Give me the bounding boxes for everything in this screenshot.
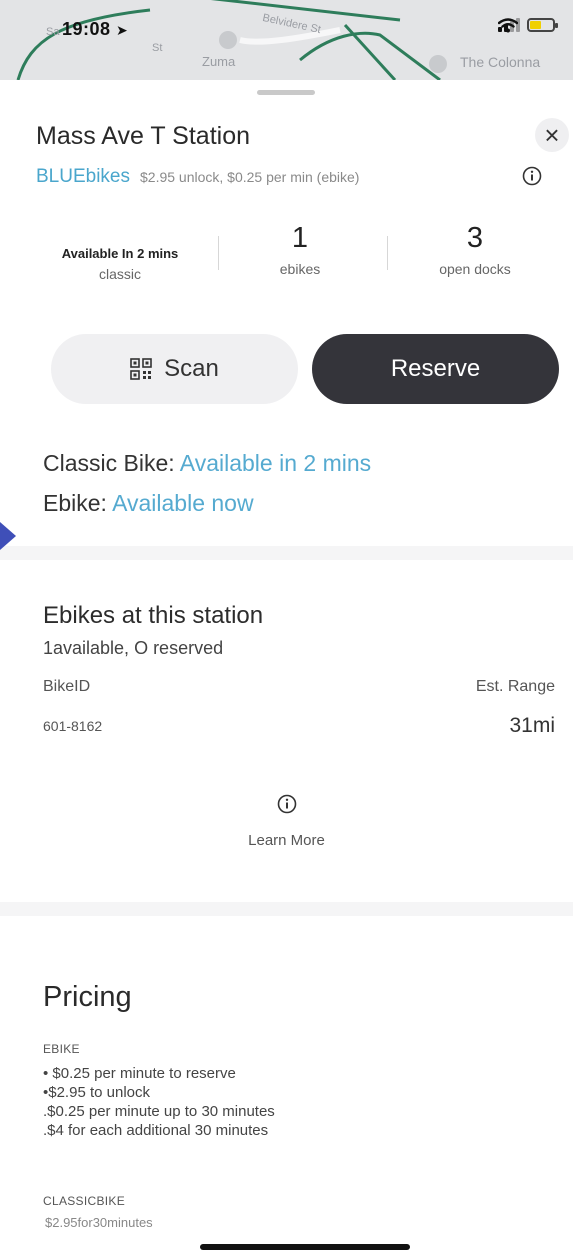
map-label: Zuma [202,54,236,69]
stat-ebikes-label: ebikes [279,261,321,277]
battery-icon [527,18,558,32]
operator-name: BLUEbikes [36,166,130,187]
map-label: Sa [46,26,60,38]
stat-divider [387,236,388,270]
classic-availability-prefix: Classic Bike: [43,450,175,476]
scan-button[interactable]: Scan [51,334,298,404]
stat-divider [218,236,219,270]
ebikes-section-subtitle: 1available, O reserved [43,638,224,658]
price-summary: $2.95 unlock, $0.25 per min (ebike) [140,169,360,185]
qr-code-icon [130,358,152,380]
ebike-availability-prefix: Ebike: [43,490,107,516]
pricing-classic-header: CLASSICBIKE [43,1194,125,1208]
status-time: 19:08 [62,19,111,39]
station-name: Mass Ave T Station [36,122,251,150]
pricing-line: .$4 for each additional 30 minutes [43,1122,269,1139]
map-label: The Colonna [460,54,541,70]
section-divider [0,546,573,560]
classic-availability-status: Available in 2 mins [179,450,372,476]
close-button[interactable]: × [535,118,569,152]
stat-classic-value: Available In 2 mins [61,246,179,261]
ebike-availability: Ebike: Available now [43,490,254,517]
reserve-button[interactable]: Reserve [312,334,559,404]
map-preview[interactable]: Sa St Zuma Belvidere St The Colonna 19:0… [0,0,573,80]
operator-line: BLUEbikes $2.95 unlock, $0.25 per min (e… [36,166,359,188]
pricing-line: $2.95for30minutes [45,1215,153,1230]
reserve-label: Reserve [390,355,481,382]
wifi-icon [498,18,518,33]
pricing-line: .$0.25 per minute up to 30 minutes [43,1103,275,1120]
bike-range-cell: 31mi [509,714,555,737]
classic-availability: Classic Bike: Available in 2 mins [43,450,371,477]
station-sheet: Mass Ave T Station × BLUEbikes $2.95 unl… [0,80,573,1254]
close-icon: × [544,120,560,150]
pricing-ebike-header: EBIKE [43,1042,80,1056]
learn-more-link[interactable]: Learn More [0,832,573,849]
sheet-grabber[interactable] [257,90,315,95]
info-icon[interactable] [277,794,297,814]
side-pointer-arrow [0,522,16,550]
ebikes-section-title: Ebikes at this station [43,602,264,629]
pricing-ebike-list: • $0.25 per minute to reserve •$2.95 to … [43,1064,275,1140]
stat-ebikes: 1 ebikes [245,222,355,277]
bike-id-cell: 601-8162 [43,718,103,734]
stat-classic-label: classic [98,266,141,282]
ebike-availability-status: Available now [112,490,254,516]
stat-docks: 3 open docks [405,222,545,277]
info-icon[interactable] [522,166,542,186]
section-divider [0,902,573,916]
column-header-bike-id: BikeID [43,678,91,695]
stat-docks-value: 3 [466,222,484,254]
station-stats: Available In 2 mins classic 1 ebikes 3 o… [0,218,573,298]
pricing-line: • $0.25 per minute to reserve [43,1065,236,1082]
pricing-title: Pricing [43,981,132,1013]
column-header-range: Est. Range [475,678,555,695]
status-icons [498,18,558,33]
stat-ebikes-value: 1 [291,222,309,254]
stat-docks-label: open docks [439,261,511,277]
home-indicator [200,1244,410,1250]
pricing-line: •$2.95 to unlock [43,1084,150,1101]
scan-label: Scan [164,355,219,382]
stat-classic: Available In 2 mins classic [30,246,210,282]
map-label: St [152,42,163,54]
location-arrow-icon: ➤ [116,22,128,38]
